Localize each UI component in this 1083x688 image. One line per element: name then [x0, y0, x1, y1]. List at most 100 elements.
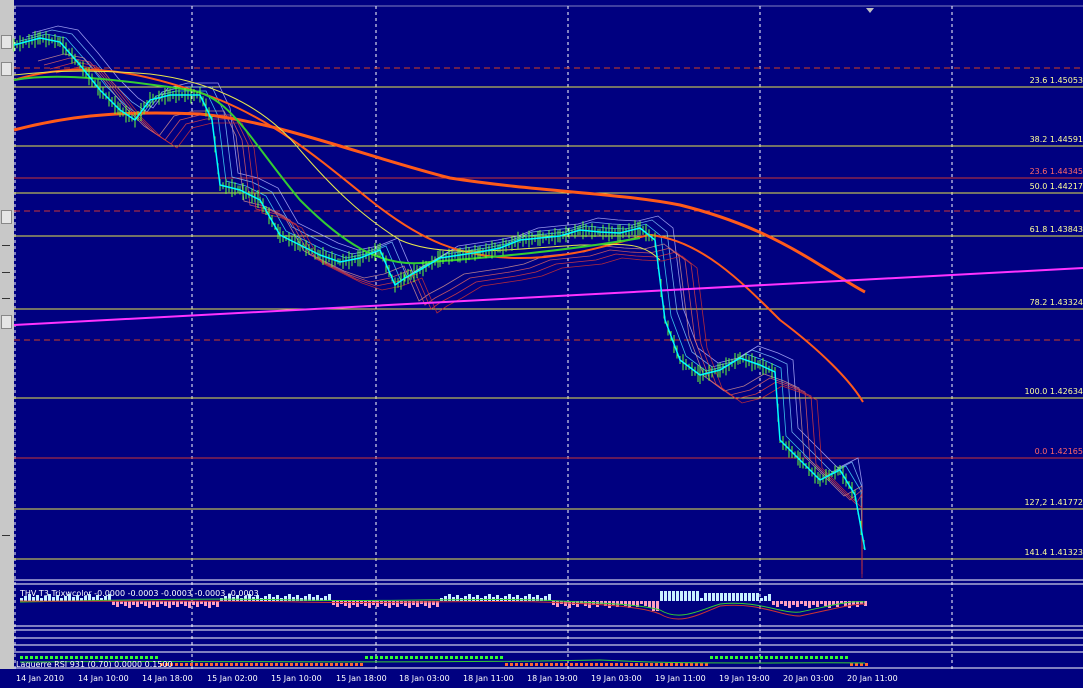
trix-bar: [764, 596, 767, 601]
trix-bar: [844, 601, 847, 606]
trix-bar: [816, 601, 819, 607]
laguerre-dot: [755, 656, 758, 659]
time-axis-label: 20 Jan 11:00: [847, 674, 898, 683]
laguerre-dot: [100, 656, 103, 659]
laguerre-dot: [550, 663, 553, 666]
laguerre-dot: [70, 656, 73, 659]
fib-level-label: 50.0 1.44217: [1030, 182, 1083, 191]
trix-bar: [492, 597, 495, 601]
trix-bar: [756, 593, 759, 601]
laguerre-dot: [645, 663, 648, 666]
trix-bar: [768, 594, 771, 601]
laguerre-dot: [815, 656, 818, 659]
laguerre-dot: [385, 656, 388, 659]
trix-bar: [36, 595, 39, 601]
trix-bar: [60, 598, 63, 601]
laguerre-indicator-panel: Laguerre RSI 931 (0.70) 0.0000 0.1500: [14, 656, 1083, 669]
laguerre-dot: [475, 656, 478, 659]
trix-bar: [24, 596, 27, 601]
laguerre-dot: [665, 663, 668, 666]
fib-level-label: 38.2 1.44591: [1030, 135, 1083, 144]
laguerre-dot: [415, 656, 418, 659]
trix-bar: [420, 601, 423, 604]
fib-level-label: 100.0 1.42634: [1024, 387, 1083, 396]
time-axis-label: 20 Jan 03:00: [783, 674, 834, 683]
trendline[interactable]: [13, 267, 1083, 326]
laguerre-dot: [365, 656, 368, 659]
trix-bar: [384, 601, 387, 606]
trix-bar: [472, 597, 475, 601]
trix-bar: [772, 601, 775, 605]
trix-bar: [176, 601, 179, 607]
laguerre-dot: [110, 656, 113, 659]
laguerre-dot: [460, 656, 463, 659]
trix-bar: [44, 596, 47, 601]
laguerre-dot: [685, 663, 688, 666]
laguerre-dot: [800, 656, 803, 659]
trix-bar: [464, 596, 467, 601]
trix-bar: [72, 597, 75, 601]
trix-bar: [68, 594, 71, 601]
trix-bar: [700, 598, 703, 601]
trix-bar: [812, 601, 815, 605]
laguerre-dot: [40, 656, 43, 659]
laguerre-dot: [155, 656, 158, 659]
laguerre-dot: [440, 656, 443, 659]
laguerre-dot: [610, 663, 613, 666]
laguerre-dot: [305, 663, 308, 666]
time-axis-label: 19 Jan 03:00: [591, 674, 642, 683]
laguerre-dot: [570, 663, 573, 666]
laguerre-dot: [360, 663, 363, 666]
trix-bar: [256, 595, 259, 601]
chart-shift-marker-icon[interactable]: [866, 8, 874, 13]
trix-bar: [52, 597, 55, 601]
laguerre-dot: [355, 663, 358, 666]
laguerre-dot: [765, 656, 768, 659]
laguerre-dot: [55, 656, 58, 659]
trix-bar: [640, 601, 643, 604]
laguerre-dot: [105, 656, 108, 659]
trix-bar: [168, 601, 171, 608]
fib-level-label: 23.6 1.44345: [1030, 167, 1083, 176]
fibonacci-levels: 23.6 1.45053 38.2 1.44591 23.6 1.44345 50.0…: [14, 76, 1083, 560]
laguerre-dot: [190, 663, 193, 666]
trix-bar: [32, 597, 35, 601]
laguerre-dot: [335, 663, 338, 666]
ribbon-ma-line: [31, 25, 863, 538]
laguerre-dot: [620, 663, 623, 666]
trix-bar: [780, 601, 783, 604]
time-axis-label: 15 Jan 02:00: [207, 674, 258, 683]
trix-bar: [620, 601, 623, 604]
trix-bar: [820, 601, 823, 604]
laguerre-dot: [80, 656, 83, 659]
laguerre-dot: [805, 656, 808, 659]
laguerre-dot: [780, 656, 783, 659]
laguerre-dot: [45, 656, 48, 659]
laguerre-dot: [250, 663, 253, 666]
trix-bar: [336, 601, 339, 607]
laguerre-dot: [770, 656, 773, 659]
trix-bar: [124, 601, 127, 606]
laguerre-dot: [530, 663, 533, 666]
laguerre-dot: [120, 656, 123, 659]
laguerre-dot: [715, 656, 718, 659]
time-axis-label: 15 Jan 10:00: [271, 674, 322, 683]
trix-bar: [784, 601, 787, 606]
laguerre-dot: [260, 663, 263, 666]
laguerre-dot: [60, 656, 63, 659]
trix-bar: [712, 593, 715, 601]
laguerre-dot: [270, 663, 273, 666]
laguerre-dot: [310, 663, 313, 666]
trix-bar: [196, 601, 199, 607]
laguerre-dot: [400, 656, 403, 659]
price-chart[interactable]: 23.6 1.45053 38.2 1.44591 23.6 1.44345 50.0…: [0, 0, 1083, 688]
trix-bar: [796, 601, 799, 607]
fib-level-label: 127,2 1.41772: [1024, 498, 1083, 507]
laguerre-dot: [825, 656, 828, 659]
trix-bar: [452, 597, 455, 601]
trix-bar: [708, 593, 711, 601]
laguerre-dot: [545, 663, 548, 666]
laguerre-dot: [135, 656, 138, 659]
trix-bar: [244, 596, 247, 601]
trix-bar: [800, 601, 803, 604]
